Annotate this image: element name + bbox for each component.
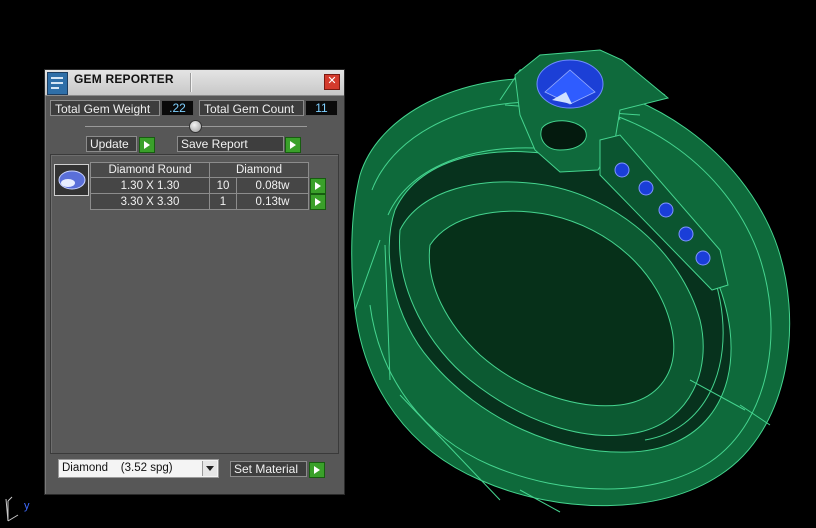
table-row[interactable]: 3.30 X 3.30 1 0.13tw [90,193,327,210]
diamond-round-icon [54,164,89,196]
set-material-button-label: Set Material [234,462,299,476]
axis-gizmo: y [5,496,30,522]
save-report-go-arrow-icon[interactable] [285,137,301,153]
row-go-arrow-icon[interactable] [310,177,326,194]
set-material-go-arrow-icon[interactable] [309,462,325,478]
channel-stone-3 [658,202,674,218]
zoom-slider-thumb[interactable] [189,120,202,133]
ring-model[interactable] [351,49,791,513]
material-select-value: Diamond (3.52 spg) [62,462,173,474]
row-go-arrow-icon[interactable] [310,193,326,210]
gem-weight: 0.13tw [236,193,309,210]
material-select[interactable]: Diamond (3.52 spg) [58,459,219,478]
header-gem-shape: Diamond Round [90,162,210,178]
gem-count: 10 [209,177,237,194]
panel-titlebar[interactable]: GEM REPORTER ✕ [45,70,344,96]
channel-stone-2 [638,180,654,196]
save-report-button-label: Save Report [181,137,248,151]
header-gem-material: Diamond [209,162,309,178]
gem-size: 3.30 X 3.30 [90,193,210,210]
total-gem-count-label: Total Gem Count [199,100,304,116]
ring-head-opening [540,120,587,151]
panel-title: GEM REPORTER [74,72,174,86]
chevron-down-icon[interactable] [202,461,217,476]
total-gem-weight-value: .22 [161,100,194,116]
save-report-button[interactable]: Save Report [177,136,284,152]
gem-table: Diamond Round Diamond 1.30 X 1.30 10 0.0… [90,162,327,210]
channel-stone-1 [614,162,630,178]
gem-report-area: Diamond Round Diamond 1.30 X 1.30 10 0.0… [50,154,339,454]
channel-stone-5 [695,250,711,266]
update-button[interactable]: Update [86,136,137,152]
gem-count: 1 [209,193,237,210]
titlebar-divider [190,73,191,92]
axis-y-label: y [24,500,30,512]
gem-table-header: Diamond Round Diamond [90,162,327,178]
close-button[interactable]: ✕ [324,74,340,90]
total-gem-weight-label: Total Gem Weight [50,100,160,116]
table-row[interactable]: 1.30 X 1.30 10 0.08tw [90,177,327,194]
channel-stone-4 [678,226,694,242]
gem-reporter-icon [47,72,68,95]
gem-size: 1.30 X 1.30 [90,177,210,194]
update-go-arrow-icon[interactable] [139,137,155,153]
gem-reporter-panel: GEM REPORTER ✕ Total Gem Weight .22 Tota… [44,69,345,495]
update-button-label: Update [90,137,129,151]
gem-weight: 0.08tw [236,177,309,194]
set-material-button[interactable]: Set Material [230,461,307,477]
total-gem-count-value: 11 [305,100,338,116]
